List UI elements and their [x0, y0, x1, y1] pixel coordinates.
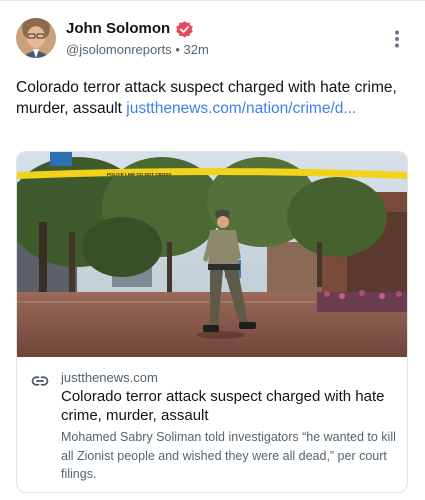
link-icon	[31, 372, 49, 390]
divider	[0, 0, 425, 1]
handle-row: @jsolomonreports • 32m	[66, 42, 209, 57]
card-meta: justthenews.com Colorado terror attack s…	[17, 357, 407, 492]
post-container[interactable]: John Solomon @jsolomonreports • 32m Colo…	[0, 0, 425, 500]
police-tape-text: POLICE LINE DO NOT CROSS	[107, 172, 171, 177]
author-handle[interactable]: @jsolomonreports	[66, 42, 172, 57]
card-title[interactable]: Colorado terror attack suspect charged w…	[61, 387, 397, 425]
more-options-icon[interactable]	[387, 29, 407, 49]
post-link[interactable]: justthenews.com/nation/crime/d...	[126, 100, 356, 117]
post-text: Colorado terror attack suspect charged w…	[16, 77, 408, 119]
card-image[interactable]: POLICE LINE DO NOT CROSS	[17, 152, 407, 357]
post-time[interactable]: 32m	[184, 42, 209, 57]
verified-icon	[175, 20, 194, 39]
author-name[interactable]: John Solomon	[66, 20, 170, 37]
separator-dot: •	[175, 42, 180, 57]
avatar[interactable]	[16, 18, 56, 58]
link-preview-card[interactable]: POLICE LINE DO NOT CROSS justthenews.com…	[16, 151, 408, 493]
card-description: Mohamed Sabry Soliman told investigators…	[61, 430, 396, 481]
card-domain: justthenews.com	[61, 370, 158, 385]
